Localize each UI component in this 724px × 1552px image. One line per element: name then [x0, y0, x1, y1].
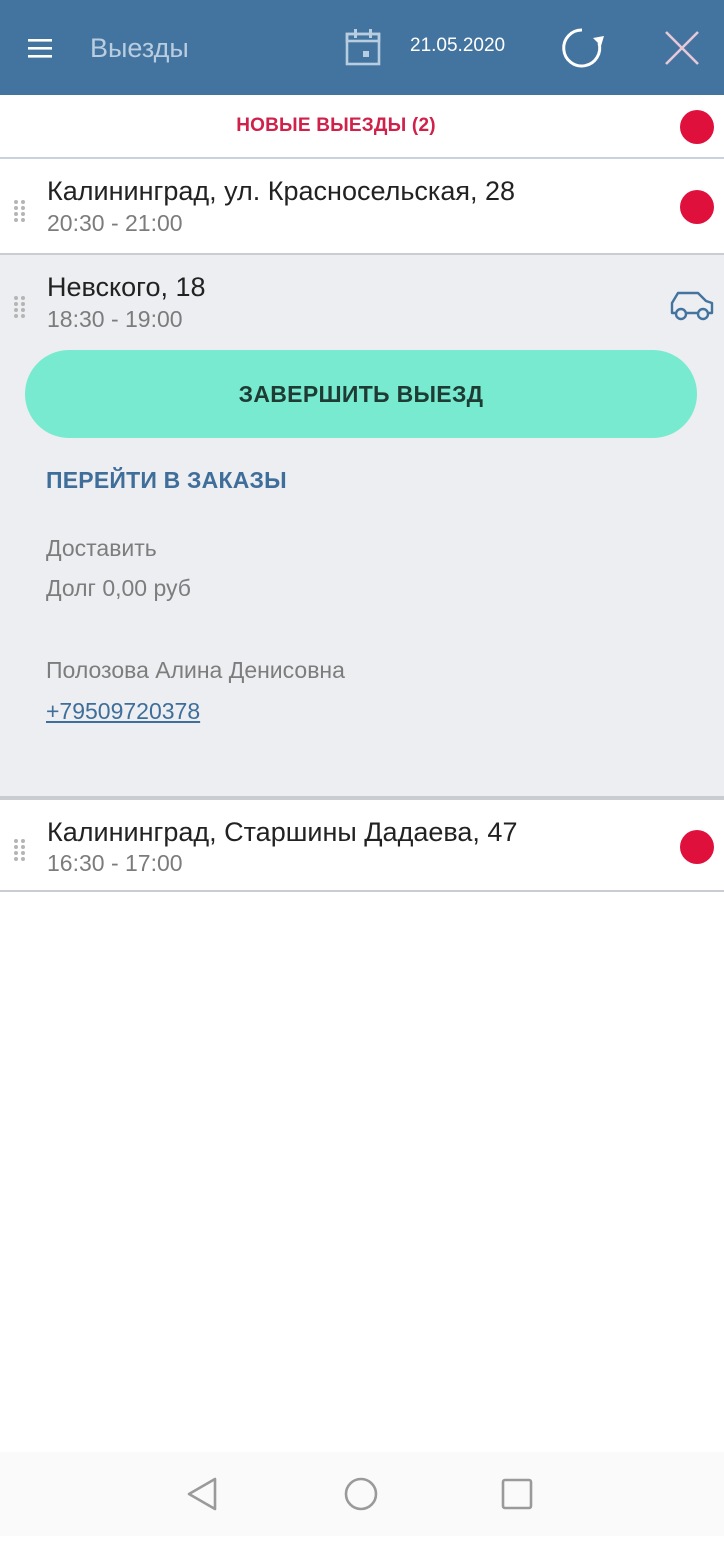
drag-handle-icon[interactable] [13, 199, 27, 223]
home-icon[interactable] [341, 1474, 381, 1514]
date-label[interactable]: 21.05.2020 [410, 32, 505, 60]
visit-time: 20:30 - 21:00 [47, 210, 183, 236]
drag-handle-icon[interactable] [13, 838, 27, 862]
car-icon [668, 285, 716, 325]
new-status-dot [680, 110, 714, 144]
visit-row[interactable]: Калининград, Старшины Дадаева, 47 16:30 … [0, 798, 724, 892]
visit-address: Невского, 18 [47, 272, 206, 302]
visit-debt: Долг 0,00 руб [46, 575, 191, 601]
finish-visit-button[interactable]: ЗАВЕРШИТЬ ВЫЕЗД [25, 350, 697, 438]
system-nav-bar [0, 1452, 724, 1536]
bottom-strip [0, 1536, 724, 1552]
back-icon[interactable] [183, 1474, 223, 1514]
new-status-dot [680, 830, 714, 864]
client-name: Полозова Алина Денисовна [46, 657, 345, 683]
visit-address: Калининград, ул. Красносельская, 28 [47, 176, 515, 206]
menu-icon[interactable] [22, 30, 62, 66]
app-bar: Выезды 21.05.2020 [0, 0, 724, 95]
visit-time: 16:30 - 17:00 [47, 850, 183, 876]
visit-row-expanded[interactable]: Невского, 18 18:30 - 19:00 ЗАВЕРШИТЬ ВЫЕ… [0, 255, 724, 798]
go-to-orders-link[interactable]: ПЕРЕЙТИ В ЗАКАЗЫ [46, 467, 287, 494]
visit-action: Доставить [46, 535, 157, 561]
new-visits-label: НОВЫЕ ВЫЕЗДЫ (2) [236, 115, 436, 136]
client-phone-link[interactable]: +79509720378 [46, 698, 200, 725]
refresh-icon[interactable] [558, 24, 606, 72]
new-visits-header[interactable]: НОВЫЕ ВЫЕЗДЫ (2) [0, 95, 724, 159]
recent-apps-icon[interactable] [497, 1474, 537, 1514]
close-icon[interactable] [660, 26, 704, 70]
visit-time: 18:30 - 19:00 [47, 306, 183, 332]
visit-row[interactable]: Калининград, ул. Красносельская, 28 20:3… [0, 159, 724, 255]
drag-handle-icon[interactable] [13, 295, 27, 319]
new-status-dot [680, 190, 714, 224]
page-title: Выезды [90, 33, 189, 63]
visit-address: Калининград, Старшины Дадаева, 47 [47, 817, 518, 847]
calendar-icon[interactable] [342, 26, 386, 70]
